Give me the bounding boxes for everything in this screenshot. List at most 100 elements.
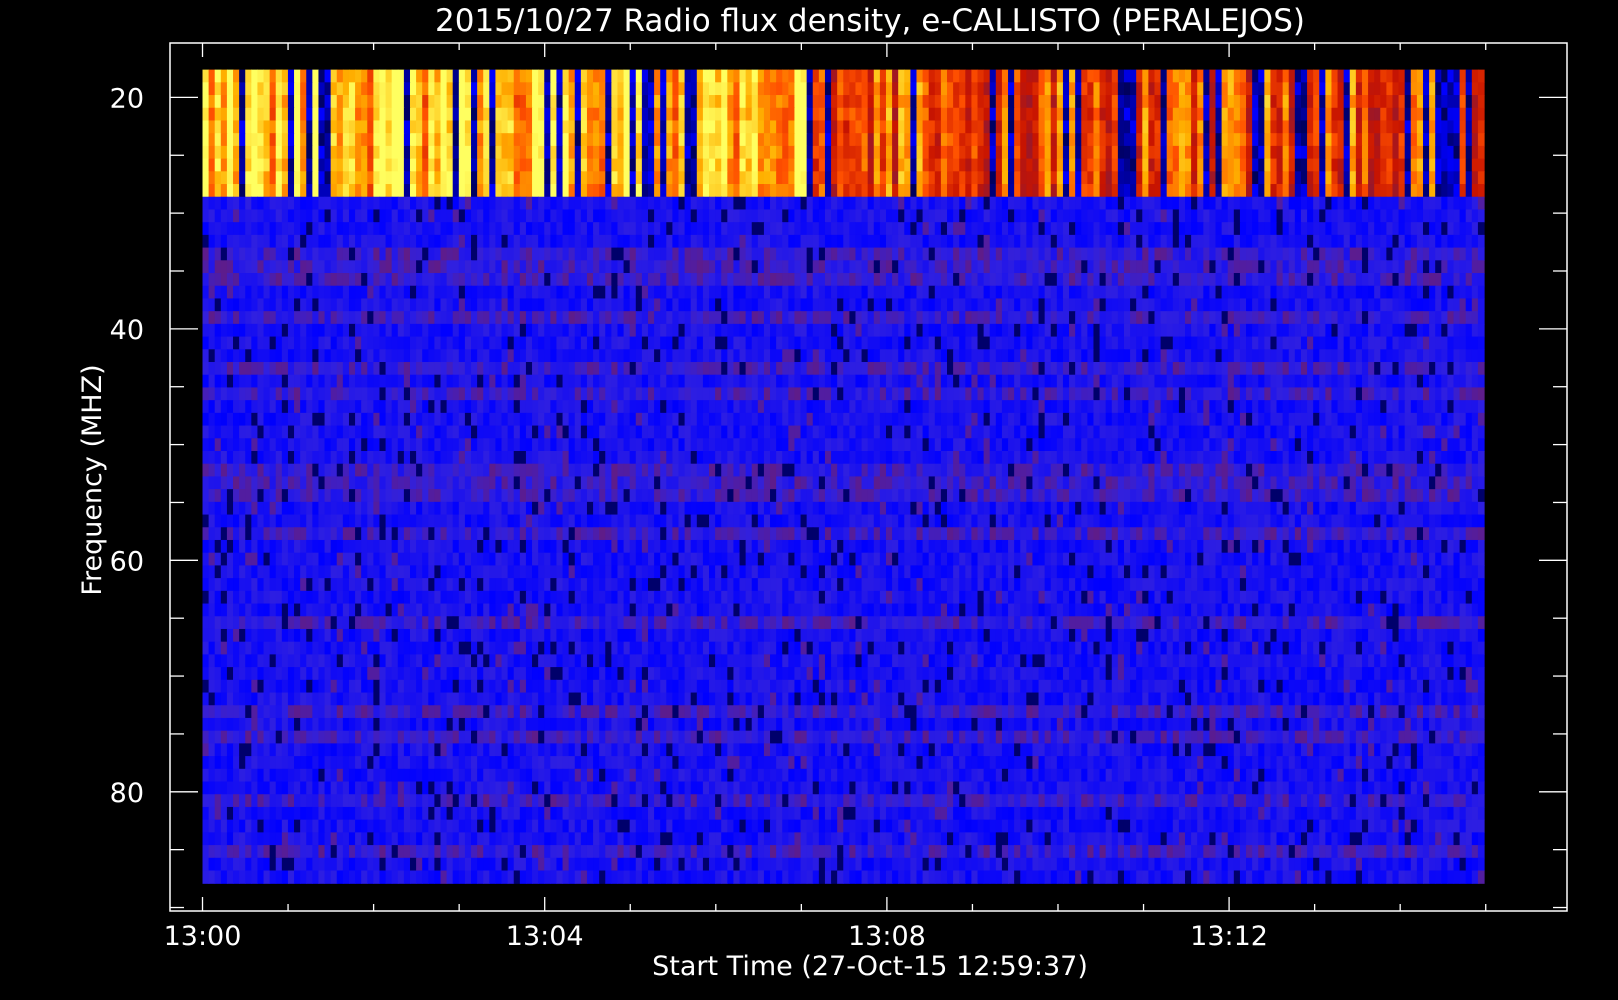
heatmap-cell (1136, 222, 1143, 236)
heatmap-cell (1209, 298, 1217, 312)
heatmap-cell (306, 260, 313, 274)
heatmap-cell (709, 120, 716, 134)
heatmap-cell (1227, 273, 1235, 287)
heatmap-cell (1130, 362, 1137, 376)
heatmap-cell (922, 311, 930, 325)
heatmap-cell (1447, 196, 1455, 211)
heatmap-cell (1349, 247, 1357, 261)
heatmap-cell (519, 69, 527, 83)
heatmap-cell (348, 196, 356, 211)
heatmap-cell (1386, 209, 1394, 223)
heatmap-cell (1239, 133, 1247, 147)
heatmap-cell (684, 209, 692, 223)
heatmap-cell (1001, 171, 1009, 185)
heatmap-cell (281, 120, 289, 134)
heatmap-cell (1172, 158, 1180, 172)
heatmap-cell (965, 69, 973, 83)
heatmap-cell (1209, 311, 1217, 325)
heatmap-cell (953, 171, 960, 185)
heatmap-cell (269, 222, 277, 236)
heatmap-cell (318, 362, 326, 376)
heatmap-cell (1093, 234, 1101, 249)
heatmap-cell (379, 107, 387, 122)
heatmap-cell (1215, 196, 1223, 211)
heatmap-cell (806, 298, 814, 312)
heatmap-cell (745, 234, 753, 249)
heatmap-cell (1368, 234, 1375, 249)
heatmap-cell (464, 311, 472, 325)
heatmap-cell (550, 158, 558, 172)
heatmap-cell (336, 95, 344, 109)
heatmap-cell (940, 196, 948, 211)
heatmap-cell (1453, 184, 1461, 198)
heatmap-cell (1056, 196, 1064, 211)
heatmap-cell (855, 133, 863, 147)
heatmap-cell (275, 171, 283, 185)
heatmap-cell (1081, 209, 1088, 223)
heatmap-cell (1136, 184, 1143, 198)
heatmap-cell (1453, 120, 1461, 134)
heatmap-cell (245, 171, 252, 185)
heatmap-cell (233, 95, 240, 109)
heatmap-cell (367, 285, 374, 300)
heatmap-cell (1282, 107, 1290, 122)
heatmap-cell (525, 336, 533, 350)
heatmap-cell (837, 298, 844, 312)
heatmap-cell (287, 209, 295, 223)
heatmap-cell (1471, 158, 1479, 172)
heatmap-cell (538, 209, 545, 223)
heatmap-cell (513, 247, 521, 261)
heatmap-cell (1160, 349, 1168, 363)
heatmap-cell (495, 196, 503, 211)
heatmap-cell (458, 184, 466, 198)
heatmap-cell (983, 196, 991, 211)
heatmap-cell (251, 82, 259, 96)
heatmap-cell (1044, 349, 1052, 363)
heatmap-cell (367, 95, 374, 109)
heatmap-cell (928, 260, 936, 274)
heatmap-cell (1313, 247, 1320, 261)
heatmap-cell (202, 234, 210, 249)
heatmap-cell (605, 196, 612, 211)
heatmap-cell (971, 222, 979, 236)
heatmap-cell (538, 69, 545, 83)
heatmap-cell (416, 133, 423, 147)
heatmap-cell (263, 311, 271, 325)
heatmap-cell (800, 95, 808, 109)
heatmap-cell (1453, 196, 1461, 211)
heatmap-cell (916, 349, 924, 363)
heatmap-cell (977, 95, 985, 109)
heatmap-cell (1355, 171, 1363, 185)
heatmap-cell (849, 349, 857, 363)
heatmap-cell (1410, 273, 1418, 287)
heatmap-cell (1026, 349, 1034, 363)
heatmap-cell (440, 349, 448, 363)
heatmap-cell (544, 311, 551, 325)
heatmap-cell (1209, 362, 1217, 376)
heatmap-cell (1123, 362, 1131, 376)
heatmap-cell (1105, 145, 1113, 160)
heatmap-cell (672, 362, 680, 376)
heatmap-cell (965, 120, 973, 134)
heatmap-cell (574, 95, 582, 109)
heatmap-cell (1191, 209, 1198, 223)
heatmap-cell (1069, 362, 1076, 376)
heatmap-cell (1246, 145, 1253, 160)
heatmap-cell (806, 209, 814, 223)
heatmap-cell (513, 184, 521, 198)
heatmap-cell (1471, 196, 1479, 211)
heatmap-cell (751, 222, 759, 236)
heatmap-cell (684, 247, 692, 261)
heatmap-cell (1368, 311, 1375, 325)
heatmap-cell (593, 171, 600, 185)
heatmap-cell (916, 362, 924, 376)
heatmap-cell (1117, 260, 1125, 274)
heatmap-cell (397, 107, 405, 122)
heatmap-cell (971, 298, 979, 312)
heatmap-cell (562, 145, 570, 160)
heatmap-cell (947, 234, 954, 249)
heatmap-cell (458, 196, 466, 211)
heatmap-cell (843, 95, 850, 109)
heatmap-cell (1020, 107, 1027, 122)
heatmap-cell (355, 247, 362, 261)
